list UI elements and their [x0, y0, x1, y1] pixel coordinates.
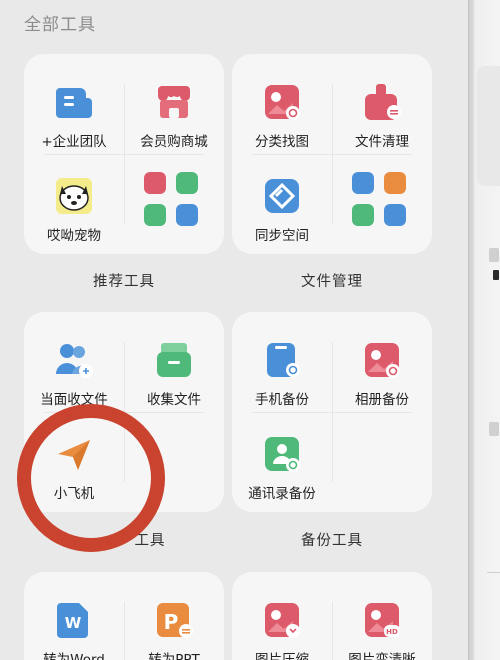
tool-collect-files[interactable]: 收集文件 — [124, 340, 224, 408]
tool-label: 哎呦宠物 — [47, 228, 101, 244]
group-label-backup: 备份工具 — [301, 533, 363, 549]
highlight-ring — [17, 404, 165, 552]
image-search-icon — [262, 82, 302, 122]
tool-image-enhance[interactable]: HD 图片变清晰 — [332, 600, 432, 660]
tool-image-compress[interactable]: 图片压缩 — [232, 600, 332, 660]
shop-icon — [154, 82, 194, 122]
tool-label: 文件清理 — [355, 134, 409, 150]
tool-label: 图片压缩 — [255, 652, 309, 660]
tool-label: 通讯录备份 — [248, 486, 316, 502]
card-image-tools: 图片压缩 HD 图片变清晰 — [232, 572, 432, 660]
sync-space-icon — [262, 176, 302, 216]
tool-image-search[interactable]: 分类找图 — [232, 82, 332, 150]
tool-label: 转为Word — [43, 652, 105, 660]
tool-label: 图片变清晰 — [348, 652, 416, 660]
tool-sync-space[interactable]: 同步空间 — [232, 176, 332, 244]
tool-label: +企业团队 — [41, 134, 107, 150]
card-backup-tools: 手机备份 相册备份 通讯录备份 — [232, 312, 432, 512]
tool-convert-word[interactable]: W 转为Word — [24, 600, 124, 660]
svg-text:HD: HD — [386, 628, 398, 636]
svg-text:W: W — [65, 614, 82, 632]
tool-contacts-backup[interactable]: 通讯录备份 — [232, 434, 332, 502]
tools-page: 全部工具 +企业团队 会员购商城 哎呦宠物 推荐工具 分类找图 文件清理 同步空… — [0, 0, 468, 660]
tool-label: 相册备份 — [355, 392, 409, 408]
phone-backup-icon — [262, 340, 302, 380]
card-recommended-tools: +企业团队 会员购商城 哎呦宠物 — [24, 54, 224, 254]
collect-files-icon — [154, 340, 194, 380]
album-backup-icon — [362, 340, 402, 380]
tool-convert-ppt[interactable]: P 转为PPT — [124, 600, 224, 660]
tool-label: 分类找图 — [255, 134, 309, 150]
image-compress-icon — [262, 600, 302, 640]
card-file-management: 分类找图 文件清理 同步空间 — [232, 54, 432, 254]
tool-enterprise-team[interactable]: +企业团队 — [24, 82, 124, 150]
tool-phone-backup[interactable]: 手机备份 — [232, 340, 332, 408]
card-convert-tools: W 转为Word P 转为PPT — [24, 572, 224, 660]
tool-album-backup[interactable]: 相册备份 — [332, 340, 432, 408]
ppt-icon: P — [154, 600, 194, 640]
tool-member-shop[interactable]: 会员购商城 — [124, 82, 224, 150]
group-label-recommended: 推荐工具 — [93, 274, 155, 290]
contacts-backup-icon — [262, 434, 302, 474]
svg-text:P: P — [164, 610, 179, 634]
tool-label: 转为PPT — [148, 652, 200, 660]
tool-label: 手机备份 — [255, 392, 309, 408]
side-panel-edge — [468, 0, 500, 660]
enterprise-team-icon — [54, 82, 94, 122]
word-icon: W — [54, 600, 94, 640]
image-enhance-icon: HD — [362, 600, 402, 640]
receive-files-icon — [54, 340, 94, 380]
more-tools-grid-icon[interactable] — [352, 172, 412, 232]
tool-label: 会员购商城 — [140, 134, 208, 150]
page-title: 全部工具 — [24, 15, 96, 35]
group-label-file-management: 文件管理 — [301, 274, 363, 290]
tool-file-clean[interactable]: 文件清理 — [332, 82, 432, 150]
tool-pet[interactable]: 哎呦宠物 — [24, 176, 124, 244]
pet-icon — [54, 176, 94, 216]
tool-receive-files[interactable]: 当面收文件 — [24, 340, 124, 408]
tool-label: 收集文件 — [147, 392, 201, 408]
tool-label: 同步空间 — [255, 228, 309, 244]
file-clean-icon — [362, 82, 402, 122]
more-tools-grid-icon[interactable] — [144, 172, 204, 232]
